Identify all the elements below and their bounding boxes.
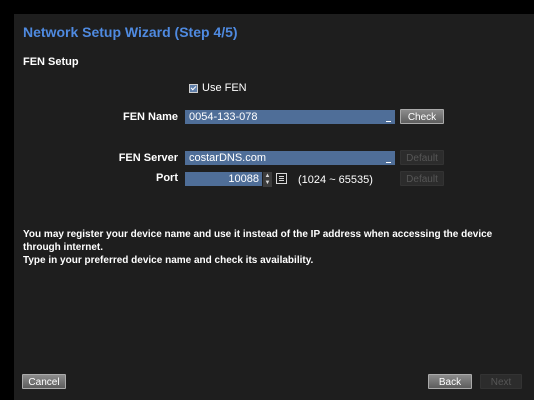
description-text: You may register your device name and us… xyxy=(23,228,528,267)
fen-name-input[interactable]: 0054-133-078 xyxy=(185,110,395,124)
use-fen-checkbox-row[interactable]: Use FEN xyxy=(189,82,247,94)
fen-server-label: FEN Server xyxy=(118,152,178,164)
port-default-button[interactable]: Default xyxy=(400,171,444,186)
fen-server-value: costarDNS.com xyxy=(189,152,267,164)
fen-name-label: FEN Name xyxy=(122,111,178,123)
port-label: Port xyxy=(156,172,178,184)
use-fen-label: Use FEN xyxy=(202,82,247,94)
text-caret xyxy=(386,121,391,122)
use-fen-checkbox[interactable] xyxy=(189,83,198,93)
description-line-2: Type in your preferred device name and c… xyxy=(23,255,314,266)
text-caret xyxy=(386,162,391,163)
port-input[interactable]: 10088 xyxy=(185,172,262,186)
check-button[interactable]: Check xyxy=(400,109,444,124)
back-button[interactable]: Back xyxy=(428,374,472,389)
cancel-button[interactable]: Cancel xyxy=(22,374,66,389)
fen-server-input[interactable]: costarDNS.com xyxy=(185,151,395,165)
wizard-title: Network Setup Wizard (Step 4/5) xyxy=(23,24,238,40)
fen-server-default-button[interactable]: Default xyxy=(400,150,444,165)
stepper-down-icon[interactable]: ▼ xyxy=(265,180,271,187)
stepper-up-icon[interactable]: ▲ xyxy=(265,173,271,180)
keypad-icon[interactable] xyxy=(276,173,287,184)
port-range: (1024 ~ 65535) xyxy=(298,174,373,186)
fen-name-value: 0054-133-078 xyxy=(189,111,258,123)
wizard-window: Network Setup Wizard (Step 4/5) FEN Setu… xyxy=(14,14,534,400)
description-line-1: You may register your device name and us… xyxy=(23,229,493,253)
section-title: FEN Setup xyxy=(23,56,79,68)
port-stepper[interactable]: ▲ ▼ xyxy=(263,172,272,187)
next-button[interactable]: Next xyxy=(480,374,522,389)
